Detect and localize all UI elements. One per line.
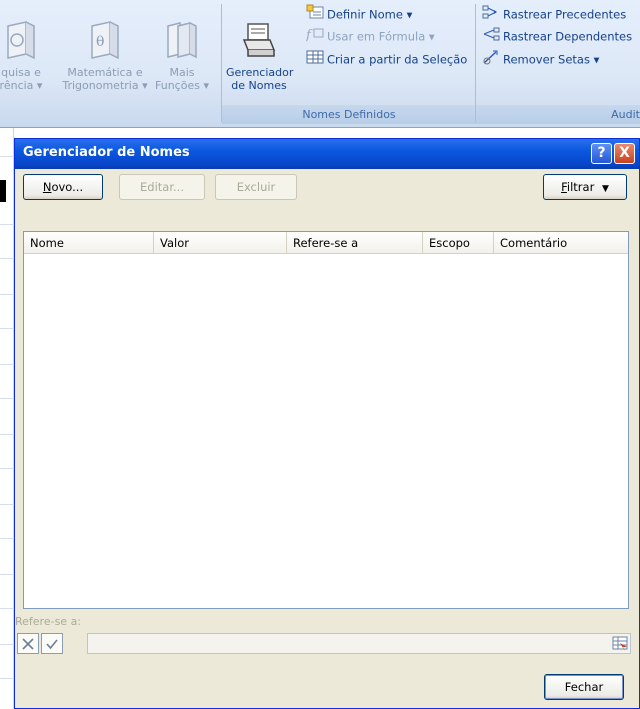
- lookup-reference-button[interactable]: quisa e rência ▾: [0, 20, 48, 92]
- use-in-formula-button[interactable]: f Usar em Fórmula ▾: [305, 26, 435, 48]
- defined-names-group: Gerenciador de Nomes Definir Nome ▾ f Us…: [222, 0, 476, 126]
- ribbon-formulas-tab: quisa e rência ▾ θ Matemática e Trigonom…: [0, 0, 640, 128]
- theta-book-icon: θ: [91, 21, 119, 60]
- define-name-icon: [306, 4, 324, 26]
- names-list[interactable]: Nome Valor Refere-se a Escopo Comentário: [23, 231, 629, 609]
- checkmark-icon: [46, 638, 58, 649]
- column-header-scope[interactable]: Escopo: [423, 232, 494, 254]
- column-header-name[interactable]: Nome: [24, 232, 154, 254]
- more-label-1: Mais: [169, 66, 195, 79]
- lookup-label-1: quisa e: [1, 66, 41, 79]
- define-name-button[interactable]: Definir Nome ▾: [306, 4, 412, 24]
- name-manager-label-2: de Nomes: [231, 79, 287, 92]
- x-icon: [22, 637, 34, 650]
- trace-precedents-label: Rastrear Precedentes: [503, 7, 627, 22]
- more-functions-button[interactable]: Mais Funções ▾: [150, 20, 214, 92]
- dialog-title: Gerenciador de Nomes: [23, 145, 190, 160]
- formula-auditing-group: Rastrear Precedentes Rastrear Dependente…: [476, 0, 640, 126]
- use-in-formula-label: Usar em Fórmula: [327, 29, 426, 44]
- more-label-2: Funções ▾: [155, 79, 209, 92]
- math-label-2: Trigonometria ▾: [62, 79, 148, 92]
- column-header-comment[interactable]: Comentário: [494, 232, 628, 254]
- remove-arrows-button[interactable]: Remover Setas ▾: [482, 49, 599, 69]
- close-button[interactable]: Fechar: [544, 674, 624, 700]
- range-picker-icon[interactable]: [612, 635, 629, 652]
- books-icon: [167, 22, 197, 59]
- name-manager-button[interactable]: Gerenciador de Nomes: [226, 20, 294, 92]
- math-label-1: Matemática e: [67, 66, 143, 79]
- column-header-value[interactable]: Valor: [154, 232, 287, 254]
- name-manager-icon: [242, 23, 276, 57]
- trace-dependents-icon: [482, 26, 500, 48]
- remove-arrows-icon: [482, 49, 500, 71]
- dropdown-arrow-icon: ▼: [601, 184, 609, 194]
- help-button[interactable]: ?: [591, 143, 612, 164]
- math-trig-button[interactable]: θ Matemática e Trigonometria ▾: [60, 20, 150, 92]
- trace-precedents-button[interactable]: Rastrear Precedentes: [482, 4, 626, 24]
- create-from-selection-button[interactable]: Criar a partir da Seleção: [306, 49, 467, 69]
- name-manager-dialog: Gerenciador de Nomes ? X Novo... Editar.…: [14, 138, 640, 709]
- trace-precedents-icon: [482, 4, 500, 26]
- book-icon: [7, 21, 35, 60]
- name-manager-label-1: Gerenciador: [226, 66, 294, 79]
- remove-arrows-label: Remover Setas: [503, 52, 590, 67]
- defined-names-group-title: Nomes Definidos: [222, 105, 476, 124]
- create-from-selection-label: Criar a partir da Seleção: [327, 52, 468, 67]
- refers-to-label: Refere-se a:: [15, 615, 82, 628]
- worksheet-background: [0, 128, 14, 709]
- svg-text:f: f: [306, 28, 313, 42]
- dialog-titlebar[interactable]: Gerenciador de Nomes ? X: [15, 139, 639, 169]
- grid-icon: [306, 49, 324, 71]
- refers-to-input[interactable]: [87, 633, 631, 654]
- delete-button[interactable]: Excluir: [215, 174, 297, 200]
- formula-icon: f: [305, 26, 324, 48]
- cancel-edit-button[interactable]: [17, 633, 39, 654]
- auditing-group-title: Audit: [476, 105, 640, 124]
- svg-text:θ: θ: [96, 34, 104, 50]
- new-button[interactable]: Novo...: [23, 174, 103, 200]
- define-name-label: Definir Nome: [327, 7, 403, 22]
- edit-button[interactable]: Editar...: [119, 174, 205, 200]
- column-header-refers-to[interactable]: Refere-se a: [287, 232, 423, 254]
- lookup-label-2: rência ▾: [0, 79, 43, 92]
- trace-dependents-button[interactable]: Rastrear Dependentes: [482, 26, 632, 46]
- cell-cursor: [0, 180, 6, 202]
- function-library-group: quisa e rência ▾ θ Matemática e Trigonom…: [0, 0, 222, 126]
- list-header: Nome Valor Refere-se a Escopo Comentário: [24, 232, 628, 254]
- close-window-button[interactable]: X: [614, 143, 635, 164]
- filter-button[interactable]: Filtrar ▼: [543, 174, 627, 200]
- trace-dependents-label: Rastrear Dependentes: [503, 29, 633, 44]
- confirm-edit-button[interactable]: [41, 633, 63, 654]
